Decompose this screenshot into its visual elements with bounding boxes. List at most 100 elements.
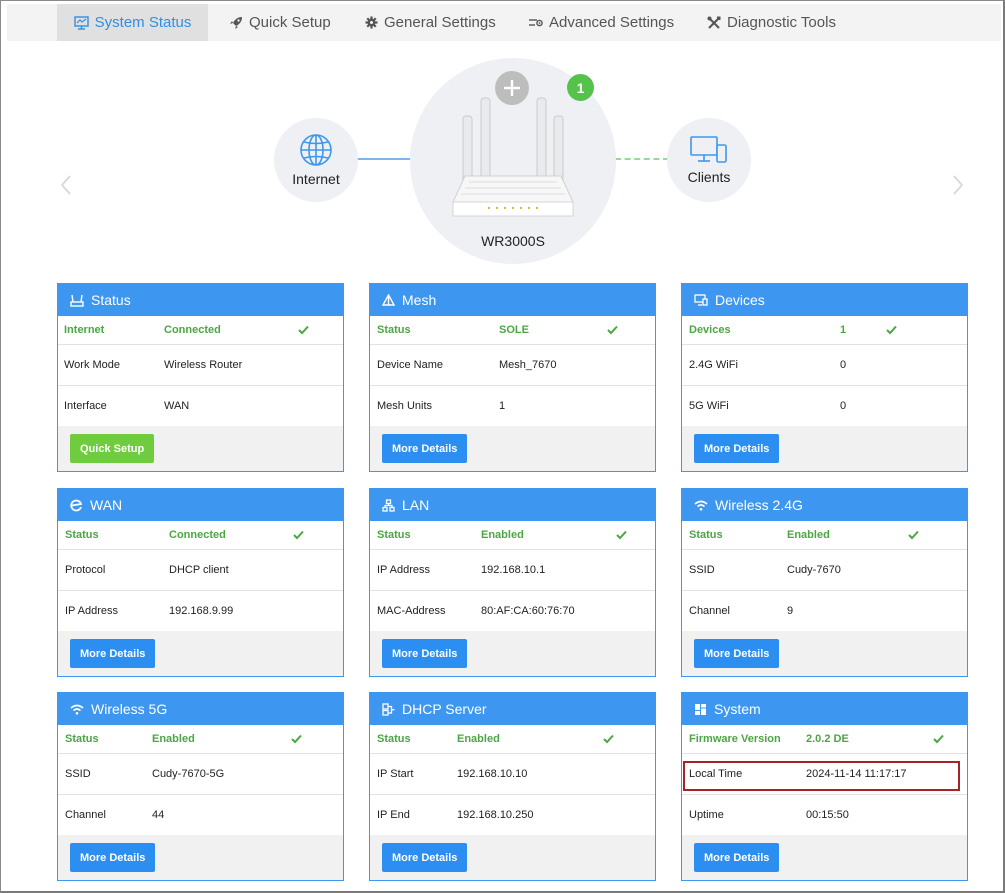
tab-advanced-settings[interactable]: Advanced Settings bbox=[519, 4, 684, 41]
check-icon bbox=[908, 530, 919, 540]
card-header: Wireless 5G bbox=[58, 693, 343, 725]
row-value: Enabled bbox=[481, 529, 524, 541]
card-row: MAC-Address 80:AF:CA:60:76:70 bbox=[370, 591, 655, 632]
row-value: 192.168.9.99 bbox=[169, 605, 234, 617]
tab-system-status[interactable]: System Status bbox=[57, 4, 208, 41]
row-label: Internet bbox=[64, 324, 105, 336]
row-label: IP Address bbox=[65, 605, 118, 617]
card-title: Mesh bbox=[402, 292, 437, 308]
row-value: Enabled bbox=[787, 529, 830, 541]
row-value: 192.168.10.10 bbox=[457, 768, 528, 780]
card-footer: More Details bbox=[682, 426, 967, 471]
card-title: Wireless 5G bbox=[91, 701, 168, 717]
row-label: Status bbox=[65, 529, 99, 541]
card-row: IP Address 192.168.10.1 bbox=[370, 550, 655, 591]
card-row: Work Mode Wireless Router bbox=[58, 345, 343, 386]
row-label: Status bbox=[377, 733, 411, 745]
card-footer: More Details bbox=[682, 631, 967, 676]
local-time-highlight bbox=[683, 761, 960, 791]
row-value: Enabled bbox=[152, 733, 195, 745]
internet-label: Internet bbox=[292, 171, 340, 187]
card-title: Wireless 2.4G bbox=[715, 497, 803, 513]
row-value: Cudy-7670 bbox=[787, 564, 841, 576]
main-nav: System Status Quick Setup General Settin… bbox=[7, 4, 1001, 41]
internet-explorer-icon bbox=[70, 499, 83, 511]
plus-icon bbox=[504, 80, 520, 96]
row-label: Mesh Units bbox=[377, 400, 433, 412]
card-header: Status bbox=[58, 284, 343, 316]
card-row: Status Enabled bbox=[370, 725, 655, 754]
wan-more-details-button[interactable]: More Details bbox=[70, 639, 156, 668]
card-row: Uptime 00:15:50 bbox=[682, 795, 967, 836]
card-row: IP Address 192.168.9.99 bbox=[58, 591, 343, 632]
router-image bbox=[452, 97, 574, 217]
dashboard-icon bbox=[695, 703, 706, 715]
row-label: Uptime bbox=[689, 809, 724, 821]
card-title: System bbox=[714, 701, 761, 717]
wireless-5g-card: Wireless 5G Status Enabled SSID Cudy-767… bbox=[57, 692, 344, 881]
tab-label: General Settings bbox=[384, 14, 496, 31]
tab-general-settings[interactable]: General Settings bbox=[355, 4, 506, 41]
row-value: 1 bbox=[499, 400, 506, 412]
chevron-right-icon[interactable] bbox=[951, 173, 965, 197]
tab-diagnostic-tools[interactable]: Diagnostic Tools bbox=[697, 4, 846, 41]
mesh-more-details-button[interactable]: More Details bbox=[382, 434, 468, 463]
tab-label: Advanced Settings bbox=[549, 14, 675, 31]
row-label: Channel bbox=[689, 605, 730, 617]
row-value: SOLE bbox=[499, 324, 529, 336]
card-row: IP Start 192.168.10.10 bbox=[370, 754, 655, 795]
dhcp-more-details-button[interactable]: More Details bbox=[382, 843, 468, 872]
card-footer: More Details bbox=[370, 835, 655, 880]
wireless-24g-more-details-button[interactable]: More Details bbox=[694, 639, 780, 668]
card-row: Firmware Version 2.0.2 DE bbox=[682, 725, 967, 754]
row-value: 192.168.10.250 bbox=[457, 809, 534, 821]
rocket-icon bbox=[230, 16, 242, 29]
row-value: Wireless Router bbox=[164, 359, 243, 371]
card-row: 5G WiFi 0 bbox=[682, 386, 967, 427]
tools-icon bbox=[707, 16, 721, 29]
clients-node[interactable]: Clients bbox=[667, 118, 751, 202]
card-row: Status Enabled bbox=[682, 521, 967, 550]
check-icon bbox=[603, 734, 614, 744]
check-icon bbox=[607, 325, 618, 335]
card-row: Devices 1 bbox=[682, 316, 967, 345]
wifi-icon bbox=[70, 704, 84, 715]
row-value: Cudy-7670-5G bbox=[152, 768, 225, 780]
tab-quick-setup[interactable]: Quick Setup bbox=[219, 4, 341, 41]
router-admin-window: System Status Quick Setup General Settin… bbox=[0, 0, 1005, 893]
row-label: Interface bbox=[64, 400, 107, 412]
system-more-details-button[interactable]: More Details bbox=[694, 843, 780, 872]
row-label: Status bbox=[65, 733, 99, 745]
internet-node[interactable]: Internet bbox=[274, 118, 358, 202]
row-value: 80:AF:CA:60:76:70 bbox=[481, 605, 575, 617]
card-header: DHCP Server bbox=[370, 693, 655, 725]
card-row: Protocol DHCP client bbox=[58, 550, 343, 591]
row-label: SSID bbox=[65, 768, 91, 780]
card-footer: More Details bbox=[58, 835, 343, 880]
card-row: Device Name Mesh_7670 bbox=[370, 345, 655, 386]
router-icon bbox=[70, 294, 84, 307]
row-label: Device Name bbox=[377, 359, 444, 371]
card-row: Mesh Units 1 bbox=[370, 386, 655, 427]
chevron-left-icon[interactable] bbox=[59, 173, 73, 197]
lan-more-details-button[interactable]: More Details bbox=[382, 639, 468, 668]
devices-more-details-button[interactable]: More Details bbox=[694, 434, 780, 463]
row-label: 2.4G WiFi bbox=[689, 359, 738, 371]
monitor-icon bbox=[73, 15, 89, 30]
network-icon bbox=[382, 498, 395, 512]
row-value: 192.168.10.1 bbox=[481, 564, 546, 576]
row-label: Status bbox=[689, 529, 723, 541]
row-value: 0 bbox=[840, 359, 847, 371]
row-value: 9 bbox=[787, 605, 794, 617]
lan-card: LAN Status Enabled IP Address 192.168.10… bbox=[369, 488, 656, 677]
wireless-5g-more-details-button[interactable]: More Details bbox=[70, 843, 156, 872]
check-icon bbox=[886, 325, 897, 335]
row-label: Status bbox=[377, 324, 411, 336]
quick-setup-button[interactable]: Quick Setup bbox=[70, 434, 155, 463]
tab-label: Quick Setup bbox=[249, 14, 331, 31]
row-label: Devices bbox=[689, 324, 731, 336]
gear-icon bbox=[365, 16, 378, 29]
clients-link-line bbox=[615, 158, 669, 160]
add-mesh-button[interactable] bbox=[495, 71, 529, 105]
card-row: IP End 192.168.10.250 bbox=[370, 795, 655, 836]
